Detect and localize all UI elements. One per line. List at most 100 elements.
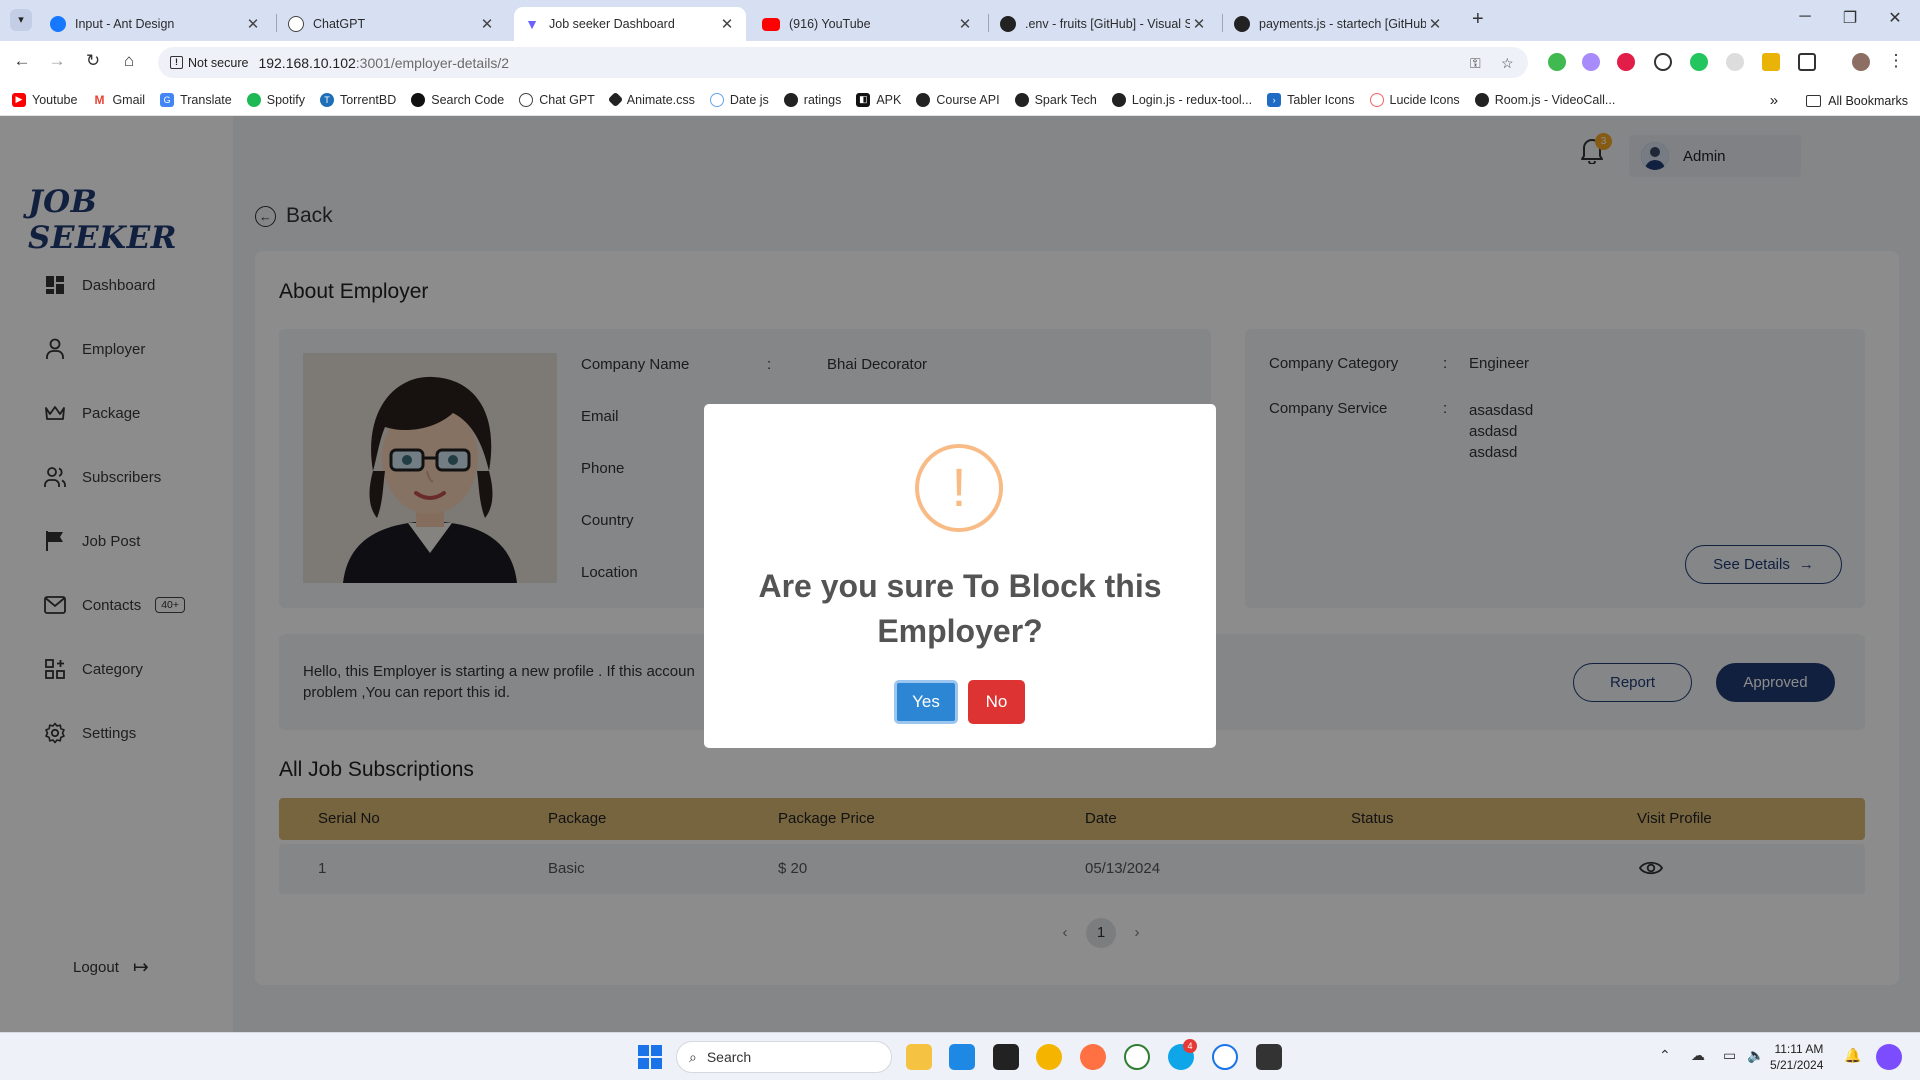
- tab-payments-js[interactable]: payments.js - startech [GitHub] ✕: [1224, 7, 1454, 41]
- warning-triangle-icon: !: [170, 56, 183, 69]
- terminal-icon[interactable]: [1256, 1044, 1282, 1070]
- tab-close-icon[interactable]: ✕: [478, 15, 496, 33]
- bookmark-room-js[interactable]: Room.js - VideoCall...: [1474, 92, 1615, 107]
- address-bar[interactable]: ! Not secure 192.168.10.102:3001/employer…: [158, 47, 1528, 78]
- url-host: 192.168.10.102: [258, 54, 356, 71]
- extension-pen-icon[interactable]: [1582, 53, 1600, 71]
- clock-time: 11:11 AM: [1774, 1042, 1824, 1056]
- bookmark-label: Search Code: [431, 92, 505, 107]
- skype-badge: 4: [1183, 1039, 1197, 1053]
- app-store-icon[interactable]: [1212, 1044, 1238, 1070]
- bookmark-apk[interactable]: ◧ APK: [856, 92, 902, 107]
- display-icon[interactable]: ▭: [1723, 1047, 1736, 1064]
- lucide-icon: [1369, 92, 1384, 107]
- confirm-no-button[interactable]: No: [968, 680, 1025, 724]
- tab-youtube[interactable]: (916) YouTube ✕: [752, 7, 984, 41]
- extension-timer-icon[interactable]: [1654, 53, 1672, 71]
- gmail-icon: M: [92, 92, 107, 107]
- extension-eye-icon[interactable]: [1690, 53, 1708, 71]
- onedrive-icon[interactable]: ☁: [1691, 1047, 1705, 1064]
- all-bookmarks-link[interactable]: All Bookmarks: [1828, 94, 1908, 108]
- bookmark-login-js[interactable]: Login.js - redux-tool...: [1111, 92, 1253, 107]
- tab-close-icon[interactable]: ✕: [1426, 15, 1444, 33]
- tray-chevron-up-icon[interactable]: ⌃: [1659, 1047, 1671, 1064]
- bookmark-label: APK: [876, 92, 902, 107]
- extension-shield-icon[interactable]: [1548, 53, 1566, 71]
- tab-chatgpt[interactable]: ChatGPT ✕: [278, 7, 506, 41]
- spotify-icon: [246, 92, 261, 107]
- bookmark-star-icon[interactable]: ☆: [1501, 55, 1514, 72]
- chatgpt-icon: [519, 92, 534, 107]
- bookmark-label: Course API: [936, 92, 1000, 107]
- file-explorer-icon[interactable]: [906, 1044, 932, 1070]
- not-secure-indicator[interactable]: ! Not secure: [170, 56, 248, 70]
- vscode-icon[interactable]: [949, 1044, 975, 1070]
- bookmark-chat-gpt[interactable]: Chat GPT: [519, 92, 595, 107]
- back-arrow-icon[interactable]: ←: [10, 51, 34, 71]
- restore-icon[interactable]: ❐: [1830, 8, 1870, 28]
- bookmark-gmail[interactable]: M Gmail: [92, 92, 145, 107]
- bookmark-translate[interactable]: G Translate: [160, 92, 232, 107]
- windows-start-icon[interactable]: [638, 1045, 662, 1072]
- extension-dots-icon[interactable]: [1726, 53, 1744, 71]
- tab-close-icon[interactable]: ✕: [244, 15, 262, 33]
- search-icon: ⌕: [689, 1048, 697, 1065]
- extension-card-icon[interactable]: [1762, 53, 1780, 71]
- tab-separator: [1222, 14, 1223, 32]
- reload-icon[interactable]: ↻: [81, 51, 105, 71]
- bookmark-spark-tech[interactable]: Spark Tech: [1014, 92, 1097, 107]
- globe-icon: [916, 92, 931, 107]
- search-placeholder: Search: [706, 1049, 752, 1065]
- minimize-icon[interactable]: ─: [1785, 8, 1825, 26]
- chevron-double-right-icon[interactable]: »: [1770, 92, 1778, 109]
- bookmark-torrentbd[interactable]: T TorrentBD: [319, 92, 396, 107]
- tab-ant-design[interactable]: Input - Ant Design ✕: [40, 7, 272, 41]
- close-window-icon[interactable]: ✕: [1875, 8, 1915, 28]
- figma-icon[interactable]: [993, 1044, 1019, 1070]
- password-key-icon[interactable]: ⚿: [1470, 55, 1481, 72]
- tab-job-seeker-dashboard[interactable]: ▼ Job seeker Dashboard ✕: [514, 7, 746, 41]
- clock-icon: [709, 92, 724, 107]
- new-tab-plus-icon[interactable]: +: [1472, 8, 1484, 31]
- taskbar-clock[interactable]: 11:11 AM 5/21/2024: [1770, 1041, 1823, 1073]
- bookmark-youtube[interactable]: ▶ Youtube: [12, 92, 77, 107]
- translate-icon: G: [160, 92, 175, 107]
- apk-icon: ◧: [856, 92, 871, 107]
- notification-bell-icon[interactable]: 🔔: [1844, 1047, 1861, 1064]
- taskbar-search-box[interactable]: ⌕ Search: [676, 1041, 892, 1073]
- github-icon: [1111, 92, 1126, 107]
- mongodb-icon[interactable]: [1124, 1044, 1150, 1070]
- copilot-icon[interactable]: [1876, 1044, 1902, 1070]
- bookmark-label: Lucide Icons: [1389, 92, 1460, 107]
- vite-favicon-icon: ▼: [524, 16, 540, 32]
- forward-arrow-icon[interactable]: →: [45, 51, 69, 71]
- bookmark-date-js[interactable]: Date js: [709, 92, 769, 107]
- bookmark-spotify[interactable]: Spotify: [246, 92, 305, 107]
- bookmark-course-api[interactable]: Course API: [916, 92, 1000, 107]
- bookmark-label: Tabler Icons: [1287, 92, 1355, 107]
- bookmark-label: Login.js - redux-tool...: [1131, 92, 1253, 107]
- home-icon[interactable]: ⌂: [117, 51, 141, 71]
- bookmark-lucide-icons[interactable]: Lucide Icons: [1369, 92, 1460, 107]
- bookmark-label: Spark Tech: [1034, 92, 1097, 107]
- postman-icon[interactable]: [1080, 1044, 1106, 1070]
- tab-search-button[interactable]: ▾: [10, 9, 32, 31]
- tab-close-icon[interactable]: ✕: [1190, 15, 1208, 33]
- extensions-puzzle-icon[interactable]: [1798, 53, 1816, 71]
- bookmark-animate-css[interactable]: Animate.css: [607, 91, 695, 108]
- chrome-icon[interactable]: [1036, 1044, 1062, 1070]
- github-favicon-icon: [1000, 16, 1016, 32]
- volume-icon[interactable]: 🔈: [1747, 1047, 1764, 1064]
- tab-vscode-env[interactable]: .env - fruits [GitHub] - Visual St ✕: [990, 7, 1218, 41]
- tab-close-icon[interactable]: ✕: [956, 15, 974, 33]
- tab-close-icon[interactable]: ✕: [718, 15, 736, 33]
- bookmark-search-code[interactable]: Search Code: [411, 92, 505, 107]
- github-favicon-icon: [1234, 16, 1250, 32]
- bookmark-tabler-icons[interactable]: › Tabler Icons: [1267, 92, 1355, 107]
- confirm-yes-button[interactable]: Yes: [894, 680, 958, 724]
- profile-avatar[interactable]: [1852, 53, 1870, 71]
- extension-code-icon[interactable]: [1617, 53, 1635, 71]
- browser-menu-icon[interactable]: ⋮: [1884, 51, 1908, 71]
- bookmark-ratings[interactable]: ratings: [783, 92, 842, 107]
- bookmark-label: ratings: [803, 92, 842, 107]
